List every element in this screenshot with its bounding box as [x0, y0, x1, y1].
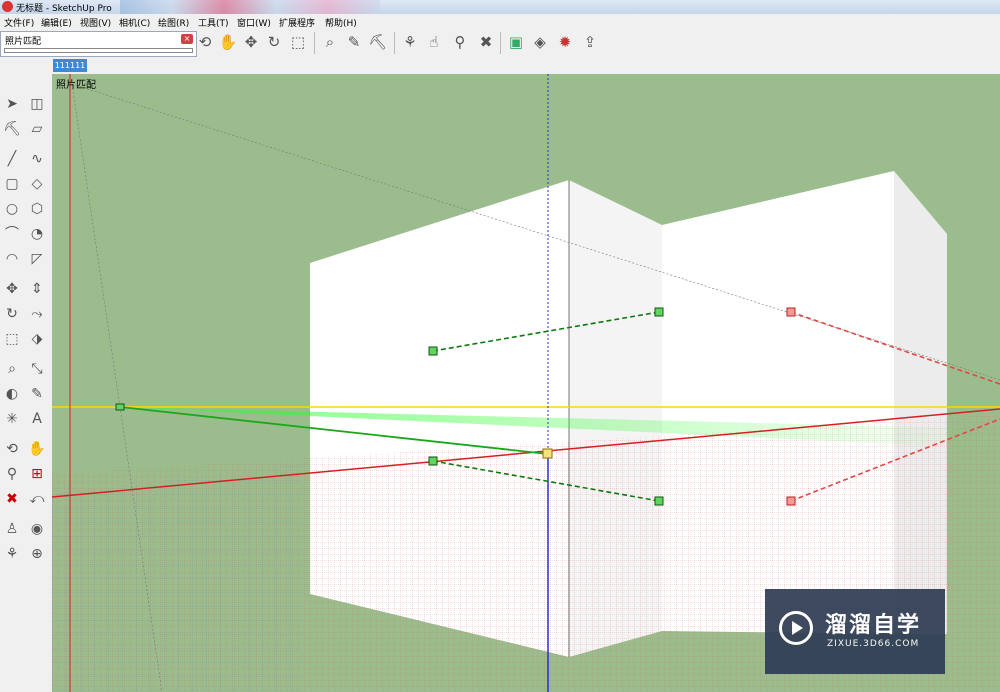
rotated-rect-icon[interactable]: ◇ [27, 174, 47, 194]
share-icon[interactable]: ⇪ [580, 32, 600, 52]
dimension-icon[interactable]: ⤡ [27, 359, 47, 379]
green-grip[interactable] [654, 307, 664, 317]
position-camera-icon[interactable]: ♙ [2, 519, 22, 539]
offset-face-icon[interactable]: ◸ [27, 249, 47, 269]
rectangle-icon[interactable]: ▢ [2, 174, 22, 194]
scene-tab[interactable]: 111111 [53, 59, 87, 72]
circle-icon[interactable]: ○ [2, 199, 22, 219]
red-grip[interactable] [786, 496, 796, 506]
zoom-extents-icon[interactable]: ✖ [476, 32, 496, 52]
watermark-subtitle: ZIXUE.3D66.COM [827, 639, 920, 649]
extension-icon[interactable]: ✹ [555, 32, 575, 52]
tape-icon[interactable]: ⌕ [2, 359, 22, 379]
menu-bar: 文件(F) 编辑(E) 视图(V) 相机(C) 绘图(R) 工具(T) 窗口(W… [0, 14, 1000, 29]
dialog-progress-bar [4, 48, 193, 53]
scene-tab-row: 111111 [0, 58, 1000, 74]
orbit-icon[interactable]: ⟲ [2, 439, 22, 459]
zoom-extents-icon[interactable]: ✖ [2, 489, 22, 509]
previous-icon[interactable]: ⤺ [27, 489, 47, 509]
lookaround-icon[interactable]: ☝ [424, 32, 444, 52]
text-icon[interactable]: ✎ [344, 32, 364, 52]
component-icon[interactable]: ▣ [506, 32, 526, 52]
3dtext-icon[interactable]: A [27, 409, 47, 429]
pan-icon[interactable]: ✋ [218, 32, 238, 52]
ground-grid-blue [52, 464, 302, 692]
freehand-icon[interactable]: ∿ [27, 149, 47, 169]
left-toolbar: ➤ ◫ ⛏ ▱ ╱ ∿ ▢ ◇ ○ ⬡ ⌒ ◔ ◠ ◸ ✥ ⇕ ↻ ⤳ ⬚ ⬗ … [0, 74, 52, 692]
origin-grip[interactable] [542, 448, 553, 459]
blurred-taskbar-area [120, 0, 380, 14]
scale-icon[interactable]: ⬚ [288, 32, 308, 52]
move-icon[interactable]: ✥ [241, 32, 261, 52]
pie-icon[interactable]: ◔ [27, 224, 47, 244]
toolbar-separator [394, 32, 395, 54]
photo-match-dialog: 照片匹配 × [0, 31, 197, 57]
axes-icon[interactable]: ✳ [2, 409, 22, 429]
play-logo-icon [779, 611, 813, 645]
rotate-icon[interactable]: ↻ [264, 32, 284, 52]
line-icon[interactable]: ╱ [2, 149, 22, 169]
green-grip[interactable] [428, 456, 438, 466]
watermark: 溜溜自学 ZIXUE.3D66.COM [765, 589, 945, 674]
dialog-title: 照片匹配 [5, 37, 42, 47]
arc3-icon[interactable]: ◠ [2, 249, 22, 269]
scale-icon[interactable]: ⬚ [2, 329, 22, 349]
walk-icon[interactable]: ⚘ [2, 544, 22, 564]
viewport-label: 照片匹配 [56, 80, 96, 91]
title-bar: 无标题 - SketchUp Pro [0, 0, 1000, 14]
guide-line [71, 83, 121, 408]
green-grip[interactable] [654, 496, 664, 506]
zoom-window-icon[interactable]: ⊞ [27, 464, 47, 484]
zoom-icon[interactable]: ⚲ [2, 464, 22, 484]
select-icon[interactable]: ➤ [2, 94, 22, 114]
pushpull-icon[interactable]: ⇕ [27, 279, 47, 299]
red-grip[interactable] [786, 307, 796, 317]
component-icon[interactable]: ◫ [27, 94, 47, 114]
pan-icon[interactable]: ✋ [27, 439, 47, 459]
watermark-title: 溜溜自学 [825, 613, 922, 638]
arc-icon[interactable]: ⌒ [2, 224, 22, 244]
toolbar-separator [500, 32, 501, 54]
eraser-icon[interactable]: ▱ [27, 119, 47, 139]
text-icon[interactable]: ✎ [27, 384, 47, 404]
walk-icon[interactable]: ⚘ [400, 32, 420, 52]
orbit-icon[interactable]: ⟲ [195, 32, 215, 52]
move-icon[interactable]: ✥ [2, 279, 22, 299]
paint-icon[interactable]: ⛏ [2, 119, 22, 139]
horizon-grip[interactable] [115, 403, 125, 411]
protractor-icon[interactable]: ◐ [2, 384, 22, 404]
toolbar-separator [314, 32, 315, 54]
tape-icon[interactable]: ⌕ [320, 32, 340, 52]
polygon-icon[interactable]: ⬡ [27, 199, 47, 219]
window-title: 无标题 - SketchUp Pro [16, 4, 112, 14]
sketchup-app-icon [2, 1, 13, 12]
green-grip[interactable] [428, 346, 438, 356]
followme-icon[interactable]: ⤳ [27, 304, 47, 324]
zoom-icon[interactable]: ⚲ [450, 32, 470, 52]
close-icon[interactable]: × [181, 34, 193, 44]
section-icon[interactable]: ⊕ [27, 544, 47, 564]
rotate-icon[interactable]: ↻ [2, 304, 22, 324]
lookaround-icon[interactable]: ◉ [27, 519, 47, 539]
offset-icon[interactable]: ⬗ [27, 329, 47, 349]
paint-icon[interactable]: ⛏ [368, 32, 388, 52]
warehouse-icon[interactable]: ◈ [530, 32, 550, 52]
